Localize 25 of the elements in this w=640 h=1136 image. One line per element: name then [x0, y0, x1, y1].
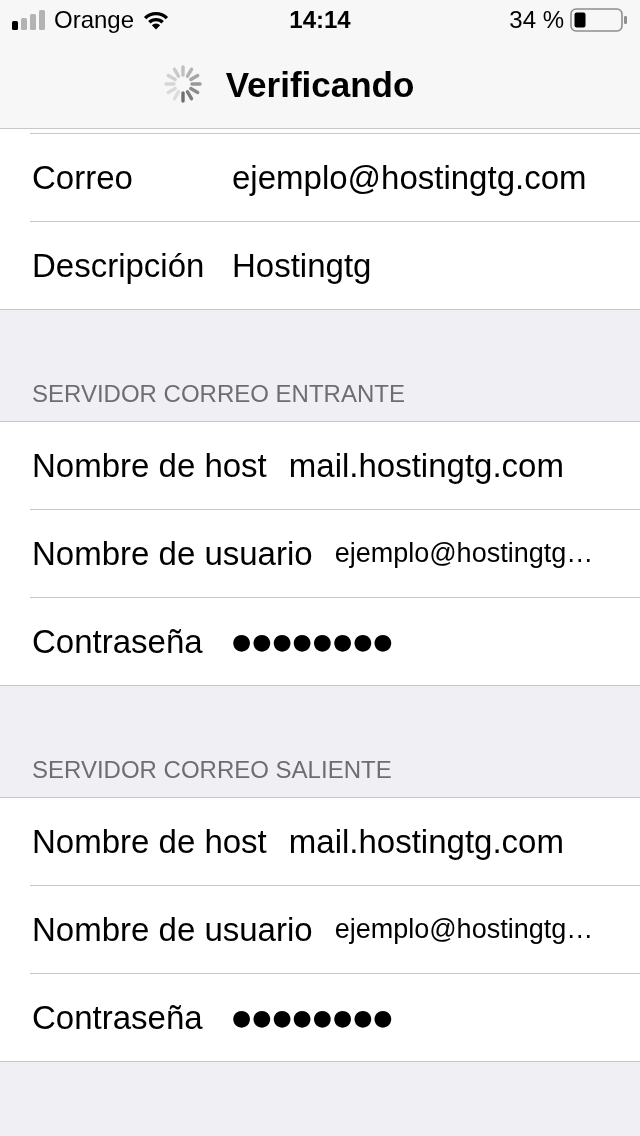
password-field[interactable]: ●●●●●●●●	[232, 1006, 394, 1029]
battery-percentage: 34 %	[509, 8, 564, 32]
field-label: Descripción	[32, 249, 206, 282]
field-label: Contraseña	[32, 625, 204, 658]
text-field[interactable]: ejemplo@hostingtg…	[334, 916, 594, 943]
field-label: Nombre de host	[32, 825, 267, 858]
section-header: SERVIDOR CORREO SALIENTE	[32, 758, 392, 782]
wifi-icon	[142, 10, 171, 30]
screen-title: Verificando	[225, 66, 415, 102]
section-header: SERVIDOR CORREO ENTRANTE	[32, 382, 405, 406]
status-time: 14:14	[289, 8, 351, 32]
field-label: Nombre de usuario	[32, 537, 313, 570]
text-field[interactable]: Hostingtg	[232, 249, 372, 282]
carrier-name: Orange	[54, 8, 135, 32]
text-field[interactable]: ejemplo@hostingtg…	[334, 540, 594, 567]
signal-bars-icon	[12, 10, 46, 30]
text-field[interactable]: mail.hostingtg.com	[288, 825, 564, 858]
text-field[interactable]: ejemplo@hostingtg.com	[232, 161, 587, 194]
field-label: Nombre de host	[32, 449, 267, 482]
field-label: Correo	[32, 161, 134, 194]
text-field[interactable]: mail.hostingtg.com	[288, 449, 564, 482]
field-label: Contraseña	[32, 1001, 204, 1034]
field-label: Nombre de usuario	[32, 913, 313, 946]
battery-icon	[570, 8, 628, 32]
password-field[interactable]: ●●●●●●●●	[232, 630, 394, 653]
